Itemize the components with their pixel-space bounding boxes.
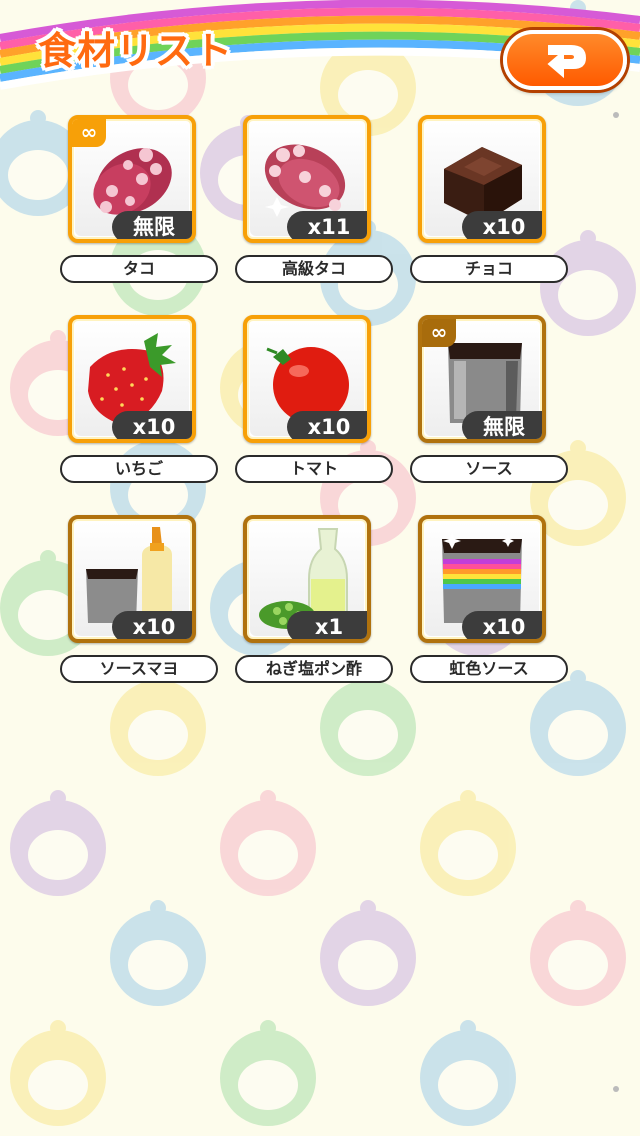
- infinite-badge: ∞: [72, 119, 106, 147]
- ingredient-card[interactable]: x1: [243, 515, 371, 643]
- item-count-badge: x11: [287, 211, 367, 239]
- ingredient-item-ichigo[interactable]: x10 いちご: [60, 315, 220, 485]
- item-name-label: ソースマヨ: [60, 655, 218, 683]
- ingredient-item-sauce[interactable]: ∞ 無限 ソース: [410, 315, 570, 485]
- item-name-label: 高級タコ: [235, 255, 393, 283]
- ingredient-card[interactable]: x11: [243, 115, 371, 243]
- item-count-badge: 無限: [112, 211, 192, 239]
- item-count-badge: x1: [287, 611, 367, 639]
- ingredient-item-sauce-mayo[interactable]: x10 ソースマヨ: [60, 515, 220, 685]
- ingredient-card[interactable]: x10: [243, 315, 371, 443]
- scroll-indicator-bottom: [613, 1086, 619, 1092]
- ingredient-card[interactable]: ∞ 無限: [418, 315, 546, 443]
- item-name-label: トマト: [235, 455, 393, 483]
- scroll-indicator-top: [613, 112, 619, 118]
- item-count-badge: x10: [112, 411, 192, 439]
- item-count-badge: x10: [112, 611, 192, 639]
- item-count-badge: 無限: [462, 411, 542, 439]
- ingredient-card[interactable]: x10: [68, 515, 196, 643]
- ingredient-card[interactable]: x10: [418, 515, 546, 643]
- ingredient-card[interactable]: x10: [68, 315, 196, 443]
- ingredient-card[interactable]: x10: [418, 115, 546, 243]
- ingredient-item-choco[interactable]: x10 チョコ: [410, 115, 570, 285]
- ingredient-item-negi-shio-ponzu[interactable]: x1 ねぎ塩ポン酢: [235, 515, 395, 685]
- item-count-badge: x10: [462, 611, 542, 639]
- item-name-label: いちご: [60, 455, 218, 483]
- item-count-badge: x10: [462, 211, 542, 239]
- item-count-badge: x10: [287, 411, 367, 439]
- item-name-label: チョコ: [410, 255, 568, 283]
- ingredient-card[interactable]: ∞ 無限: [68, 115, 196, 243]
- item-name-label: ソース: [410, 455, 568, 483]
- ingredient-item-rainbow-sauce[interactable]: x10 虹色ソース: [410, 515, 570, 685]
- ingredient-item-koukyu-tako[interactable]: x11 高級タコ: [235, 115, 395, 285]
- item-name-label: ねぎ塩ポン酢: [235, 655, 393, 683]
- item-name-label: タコ: [60, 255, 218, 283]
- ingredient-grid: ∞ 無限 タコ x11 高級タコ x10 チョコ x10 いちご x10 トマト…: [0, 0, 640, 700]
- item-name-label: 虹色ソース: [410, 655, 568, 683]
- ingredient-item-tako[interactable]: ∞ 無限 タコ: [60, 115, 220, 285]
- infinite-badge: ∞: [422, 319, 456, 347]
- ingredient-item-tomato[interactable]: x10 トマト: [235, 315, 395, 485]
